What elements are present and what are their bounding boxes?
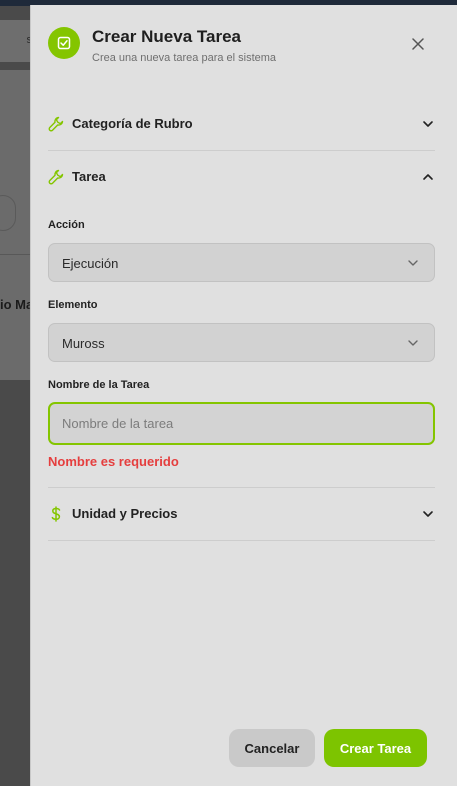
create-task-button[interactable]: Crear Tarea (324, 729, 427, 767)
chevron-down-icon (421, 117, 435, 131)
section-categoria-rubro[interactable]: Categoría de Rubro (48, 113, 435, 137)
accion-select[interactable]: Ejecución (48, 243, 435, 282)
elemento-label: Elemento (48, 299, 98, 311)
dollar-icon (48, 506, 64, 522)
elemento-select[interactable]: Muross (48, 323, 435, 362)
accion-selected-value: Ejecución (62, 256, 119, 271)
section-label: Tarea (72, 169, 106, 184)
accion-label: Acción (48, 219, 85, 231)
section-divider (48, 150, 435, 151)
cancel-button[interactable]: Cancelar (229, 729, 315, 767)
chevron-down-icon (421, 507, 435, 521)
close-icon[interactable] (409, 35, 427, 53)
section-tarea[interactable]: Tarea (48, 166, 435, 190)
task-checkbox-icon (48, 27, 80, 59)
elemento-selected-value: Muross (62, 336, 105, 351)
section-label: Categoría de Rubro (72, 116, 193, 131)
drawer-subtitle: Crea una nueva tarea para el sistema (92, 52, 277, 64)
section-divider (48, 540, 435, 541)
drawer-title: Crear Nueva Tarea (92, 27, 241, 46)
chevron-up-icon (421, 170, 435, 184)
wrench-icon (48, 169, 64, 185)
nombre-label: Nombre de la Tarea (48, 379, 150, 391)
task-name-error: Nombre es requerido (48, 454, 179, 469)
background-partial-text: io Ma (0, 297, 34, 312)
create-task-drawer: Crear Nueva Tarea Crea una nueva tarea p… (30, 5, 457, 786)
section-label: Unidad y Precios (72, 506, 178, 521)
task-name-input[interactable] (48, 402, 435, 445)
drawer-header: Crear Nueva Tarea Crea una nueva tarea p… (48, 27, 457, 77)
section-unidad-precios[interactable]: Unidad y Precios (48, 503, 435, 527)
chevron-down-icon (406, 336, 420, 350)
chevron-down-icon (406, 256, 420, 270)
wrench-icon (48, 116, 64, 132)
section-divider (48, 487, 435, 488)
